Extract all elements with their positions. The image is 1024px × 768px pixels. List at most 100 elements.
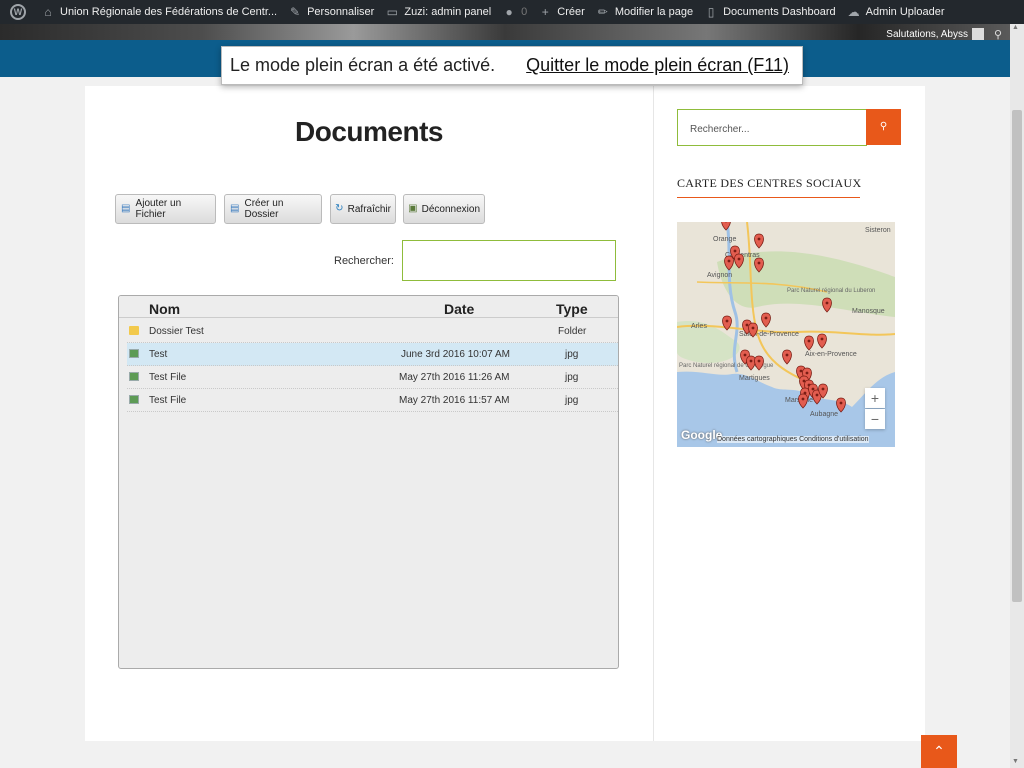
widget-title-underline xyxy=(677,197,860,198)
map-label: Manosque xyxy=(852,308,885,315)
map-marker-dot xyxy=(839,401,843,405)
site-name-link[interactable]: ⌂ Union Régionale des Fédérations de Cen… xyxy=(36,0,283,24)
site-name-label: Union Régionale des Fédérations de Centr… xyxy=(60,6,278,18)
admin-panel-link[interactable]: ▭ Zuzi: admin panel xyxy=(380,0,497,24)
map-marker-dot xyxy=(743,353,747,357)
create-folder-label: Créer un Dossier xyxy=(244,198,284,220)
page-scrollbar[interactable]: ▲ ▼ xyxy=(1010,24,1024,768)
file-grid: Nom Date Type Dossier Test Folder Test J… xyxy=(118,295,619,669)
map-marker-dot xyxy=(727,259,731,263)
home-icon: ⌂ xyxy=(44,5,52,19)
map-attribution[interactable]: Données cartographiques Conditions d'uti… xyxy=(717,436,869,443)
file-name: Test File xyxy=(149,372,187,383)
customize-link[interactable]: ✎ Personnaliser xyxy=(283,0,380,24)
map-marker-dot xyxy=(801,397,805,401)
file-name: Test xyxy=(149,349,168,360)
map-canvas: Orange Carpentras Avignon Sisteron Arles… xyxy=(677,222,895,418)
file-type: jpg xyxy=(565,349,579,360)
map-marker-dot xyxy=(821,387,825,391)
scroll-up-arrow-icon[interactable]: ▲ xyxy=(1012,24,1019,31)
admin-uploader-link[interactable]: ☁ Admin Uploader xyxy=(842,0,951,24)
file-date: May 27th 2016 11:26 AM xyxy=(399,372,510,383)
file-row[interactable]: Test File May 27th 2016 11:57 AM jpg xyxy=(127,389,618,412)
exit-fullscreen-link[interactable]: Quitter le mode plein écran (F11) xyxy=(526,55,789,76)
wordpress-menu[interactable]: W xyxy=(0,0,36,24)
image-file-icon xyxy=(129,372,139,381)
file-type: jpg xyxy=(565,395,579,406)
add-file-button[interactable]: ▤ Ajouter un Fichier xyxy=(115,194,216,224)
scroll-thumb[interactable] xyxy=(1012,110,1022,602)
map-label: Parc Naturel régional du Luberon xyxy=(787,288,875,294)
map-zoom-in-button[interactable]: + xyxy=(865,388,885,408)
map-label: Sisteron xyxy=(865,227,891,234)
edit-page-link[interactable]: ✏ Modifier la page xyxy=(591,0,699,24)
map-marker-dot xyxy=(737,257,741,261)
map-zoom-out-button[interactable]: − xyxy=(865,409,885,429)
fullscreen-notice: Le mode plein écran a été activé. Quitte… xyxy=(221,46,803,85)
wordpress-logo-icon: W xyxy=(10,4,26,20)
create-folder-icon: ▤ xyxy=(230,203,240,214)
logout-icon: ▣ xyxy=(408,203,418,214)
file-row[interactable]: Dossier Test Folder xyxy=(127,320,618,343)
column-header-date[interactable]: Date xyxy=(444,301,474,317)
refresh-button[interactable]: ↻ Rafraîchir xyxy=(330,194,396,224)
map-marker-dot xyxy=(811,387,815,391)
map-label: Avignon xyxy=(707,272,732,279)
new-content-link[interactable]: + Créer xyxy=(533,0,591,24)
map-marker-dot xyxy=(757,237,761,241)
map-marker-dot xyxy=(799,369,803,373)
sidebar-search-placeholder: Rechercher... xyxy=(690,124,750,135)
map-marker-dot xyxy=(757,359,761,363)
map-label: Aubagne xyxy=(810,411,838,418)
avatar xyxy=(972,28,984,40)
document-icon: ▯ xyxy=(707,5,715,19)
column-header-name[interactable]: Nom xyxy=(149,301,180,317)
map-marker-dot xyxy=(785,353,789,357)
file-date: June 3rd 2016 10:07 AM xyxy=(401,349,510,360)
grid-header: Nom Date Type xyxy=(119,296,618,318)
admin-panel-label: Zuzi: admin panel xyxy=(404,6,492,18)
search-label: Rechercher: xyxy=(334,255,394,267)
sidebar-search-button[interactable]: ⚲ xyxy=(866,109,901,145)
file-row[interactable]: Test File May 27th 2016 11:26 AM jpg xyxy=(127,366,618,389)
logout-button[interactable]: ▣ Déconnexion xyxy=(403,194,485,224)
search-input[interactable] xyxy=(402,240,616,281)
map-marker-dot xyxy=(825,301,829,305)
search-icon: ⚲ xyxy=(879,121,888,132)
sidebar-search-input[interactable]: Rechercher... xyxy=(677,109,867,146)
arrow-up-icon: ⌃ xyxy=(933,743,945,759)
file-name: Dossier Test xyxy=(149,326,204,337)
social-centers-map[interactable]: Orange Carpentras Avignon Sisteron Arles… xyxy=(677,222,895,447)
cloud-icon: ☁ xyxy=(847,5,860,19)
scroll-down-arrow-icon[interactable]: ▼ xyxy=(1012,758,1019,765)
back-to-top-button[interactable]: ⌃ xyxy=(921,735,957,768)
column-header-type[interactable]: Type xyxy=(556,301,588,317)
folder-icon: ▭ xyxy=(386,5,399,19)
search-icon[interactable]: ⚲ xyxy=(994,28,1002,41)
fullscreen-message: Le mode plein écran a été activé. xyxy=(230,55,496,75)
map-marker-dot xyxy=(757,261,761,265)
file-name: Test File xyxy=(149,395,187,406)
content-area: Documents ▤ Ajouter un Fichier ▤ Créer u… xyxy=(85,86,925,741)
map-marker-dot xyxy=(749,359,753,363)
user-greeting[interactable]: Salutations, Abyss xyxy=(886,28,984,40)
map-marker-dot xyxy=(807,339,811,343)
map-marker-dot xyxy=(725,319,729,323)
map-marker-dot xyxy=(751,326,755,330)
customize-label: Personnaliser xyxy=(307,6,375,18)
documents-dashboard-label: Documents Dashboard xyxy=(723,6,836,18)
map-label: Arles xyxy=(691,323,707,330)
folder-icon xyxy=(129,326,139,335)
admin-uploader-label: Admin Uploader xyxy=(865,6,945,18)
column-divider xyxy=(653,86,654,741)
map-marker-dot xyxy=(805,371,809,375)
greeting-text: Salutations, Abyss xyxy=(886,28,968,40)
file-type: Folder xyxy=(558,326,587,337)
map-marker-dot xyxy=(764,316,768,320)
documents-dashboard-link[interactable]: ▯ Documents Dashboard xyxy=(699,0,842,24)
comments-count: 0 xyxy=(521,6,528,18)
create-folder-button[interactable]: ▤ Créer un Dossier xyxy=(224,194,322,224)
file-row[interactable]: Test June 3rd 2016 10:07 AM jpg xyxy=(127,343,618,366)
comments-link[interactable]: ● 0 xyxy=(497,0,533,24)
map-marker-dot xyxy=(745,323,749,327)
